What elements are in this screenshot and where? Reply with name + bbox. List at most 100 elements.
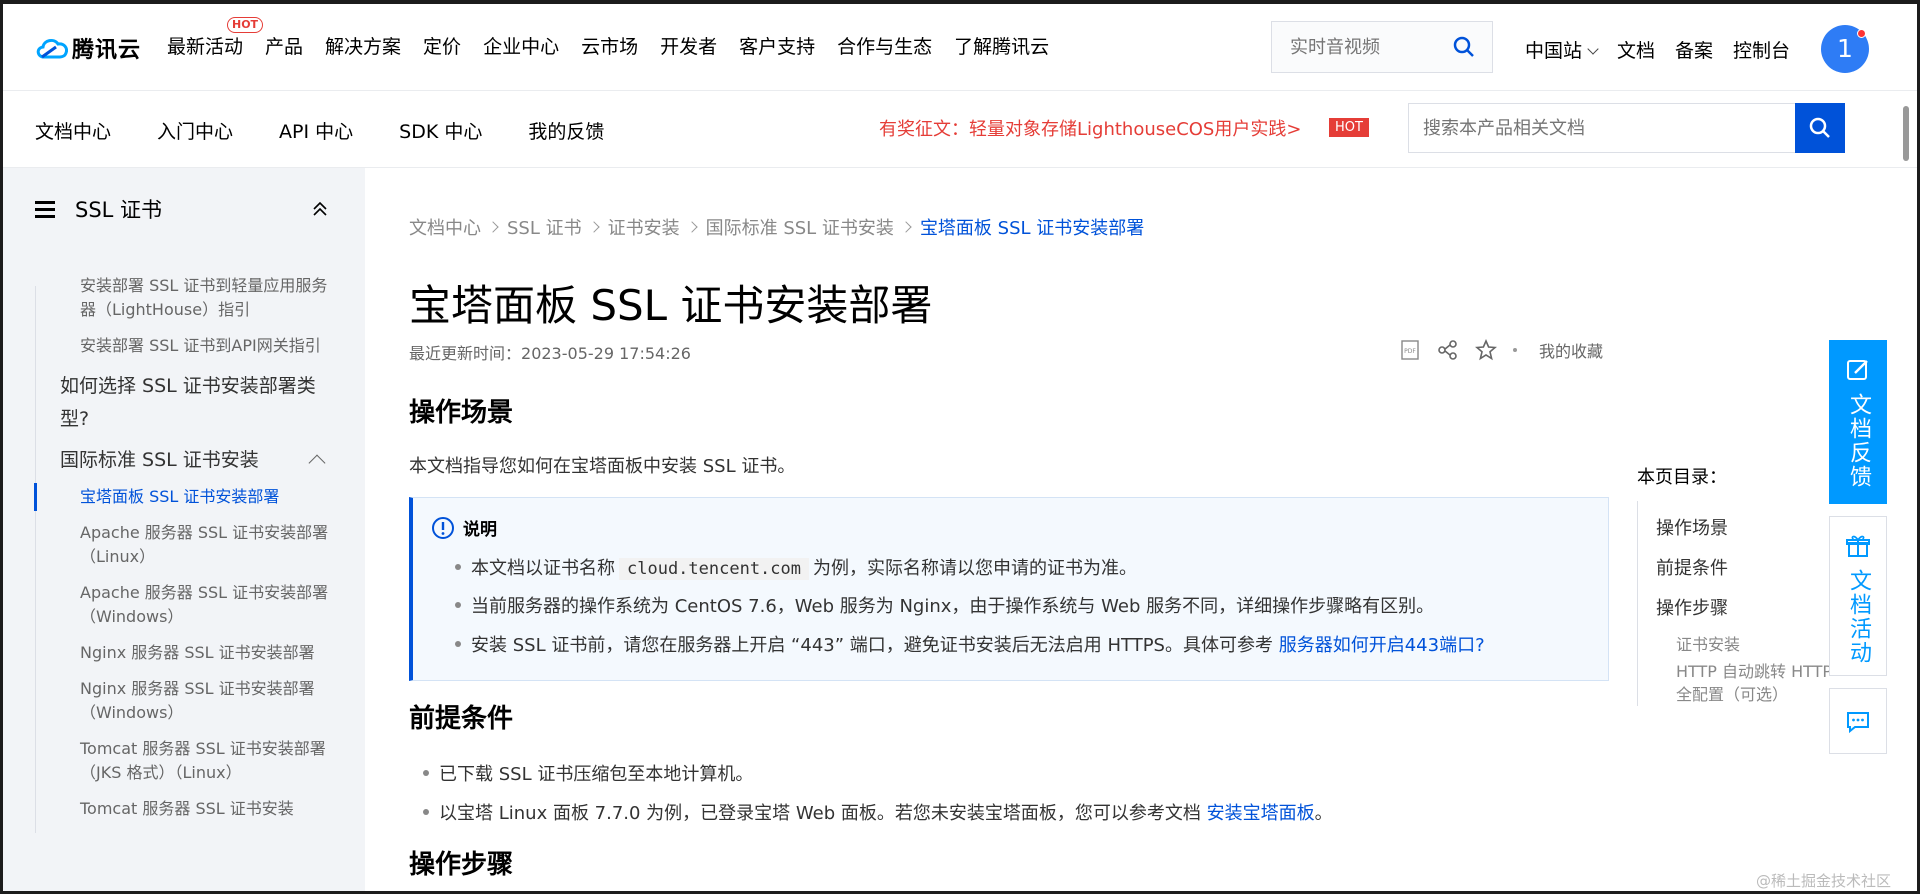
sidebar-item-apache-linux[interactable]: Apache 服务器 SSL 证书安装部署（Linux）: [36, 521, 335, 569]
product-doc-search: [1408, 103, 1845, 153]
brand-logo[interactable]: 腾讯云: [34, 33, 141, 63]
chevron-right-icon: [587, 221, 600, 233]
menu-developers[interactable]: 开发者: [660, 32, 717, 59]
chat-icon: [1847, 712, 1869, 734]
user-avatar[interactable]: 1: [1821, 25, 1869, 73]
sidebar-item-lighthouse[interactable]: 安装部署 SSL 证书到轻量应用服务器（LightHouse）指引: [36, 274, 335, 322]
toc-item-http-redirect[interactable]: HTTP 自动跳转 HTTP 全配置（可选）: [1656, 660, 1837, 706]
doc-activity-label: 文档活动: [1846, 569, 1871, 665]
menu-products[interactable]: 产品: [265, 32, 303, 59]
tab-my-feedback[interactable]: 我的反馈: [528, 117, 604, 144]
region-selector[interactable]: 中国站: [1525, 36, 1599, 63]
gift-icon: [1846, 535, 1870, 557]
doc-toolbar: PDF 我的收藏: [1399, 338, 1603, 362]
sidebar-item-apigw[interactable]: 安装部署 SSL 证书到API网关指引: [36, 334, 335, 358]
doc-sidebar: SSL 证书 安装部署 SSL 证书到轻量应用服务器（LightHouse）指引…: [3, 168, 365, 891]
top-navbar: 腾讯云 HOT 最新活动 产品 解决方案 定价 企业中心 云市场 开发者 客户支持…: [3, 4, 1917, 91]
chevron-right-icon: [685, 221, 698, 233]
menu-latest-events[interactable]: HOT 最新活动: [167, 17, 264, 59]
note-bullet-1: 本文档以证书名称 cloud.tencent.com 为例，实际名称请以您申请的证书…: [455, 554, 1137, 580]
note-title: 说明: [463, 520, 497, 540]
chevron-up-icon: [308, 454, 326, 472]
chevron-right-icon: [900, 221, 912, 233]
sidebar-item-intl-install[interactable]: 国际标准 SSL 证书安装: [36, 444, 335, 477]
pdf-icon[interactable]: PDF: [1399, 339, 1421, 361]
link-open-port-443[interactable]: 服务器如何开启443端口?: [1279, 635, 1485, 656]
sidebar-header[interactable]: SSL 证书: [35, 194, 162, 224]
scrollbar-thumb[interactable]: [1903, 106, 1909, 161]
page-title: 宝塔面板 SSL 证书安装部署: [409, 281, 933, 330]
sidebar-item-choose-type[interactable]: 如何选择 SSL 证书安装部署类型?: [36, 370, 335, 436]
sidebar-title: SSL 证书: [75, 198, 163, 222]
crumb-doc-center[interactable]: 文档中心: [409, 214, 481, 240]
sidebar-item-tomcat-jks[interactable]: Tomcat 服务器 SSL 证书安装部署（JKS 格式）（Linux）: [36, 737, 335, 785]
menu-icon: [35, 201, 55, 218]
doc-feedback-tab[interactable]: 文档反馈: [1829, 340, 1887, 504]
cloud-logo-icon: [36, 38, 68, 59]
my-favorites-link[interactable]: 我的收藏: [1539, 338, 1603, 362]
chat-tab[interactable]: [1829, 688, 1887, 754]
sidebar-item-baota[interactable]: 宝塔面板 SSL 证书安装部署: [34, 483, 335, 511]
top-right-links: 中国站 文档 备案 控制台: [1525, 36, 1810, 63]
product-search-button[interactable]: [1795, 103, 1845, 153]
menu-partners[interactable]: 合作与生态: [837, 32, 932, 59]
sidebar-item-nginx[interactable]: Nginx 服务器 SSL 证书安装部署: [36, 641, 335, 665]
svg-text:PDF: PDF: [1404, 348, 1416, 355]
search-icon[interactable]: [1452, 35, 1476, 59]
sidebar-item-tomcat[interactable]: Tomcat 服务器 SSL 证书安装: [36, 797, 335, 821]
global-search-input[interactable]: [1273, 23, 1441, 71]
prereq-bullet-2: 以宝塔 Linux 面板 7.7.0 为例，已登录宝塔 Web 面板。若您未安装…: [423, 799, 1333, 825]
sidebar-item-label: 国际标准 SSL 证书安装: [60, 449, 259, 471]
section-title-scenario: 操作场景: [409, 398, 514, 428]
sidebar-item-apache-windows[interactable]: Apache 服务器 SSL 证书安装部署（Windows）: [36, 581, 335, 629]
crumb-current: 宝塔面板 SSL 证书安装部署: [919, 218, 1145, 239]
tab-doc-center[interactable]: 文档中心: [35, 117, 111, 144]
crumb-intl-install[interactable]: 国际标准 SSL 证书安装: [706, 214, 894, 240]
doc-activity-tab[interactable]: 文档活动: [1829, 516, 1887, 676]
doc-subnav: 文档中心 入门中心 API 中心 SDK 中心 我的反馈 有奖征文：轻量对象存储…: [3, 91, 1917, 168]
link-install-baota[interactable]: 安装宝塔面板: [1207, 803, 1315, 824]
inline-code: cloud.tencent.com: [619, 558, 809, 580]
page-scrollbar[interactable]: [1901, 94, 1911, 891]
sidebar-item-nginx-windows[interactable]: Nginx 服务器 SSL 证书安装部署（Windows）: [36, 677, 335, 725]
menu-support[interactable]: 客户支持: [739, 32, 815, 59]
tab-getting-started[interactable]: 入门中心: [157, 117, 233, 144]
search-icon: [1809, 117, 1830, 138]
collapse-up-icon[interactable]: [311, 200, 329, 218]
toc-item-cert-install[interactable]: 证书安装: [1656, 633, 1837, 656]
notification-dot: [1857, 29, 1866, 38]
product-search-input[interactable]: [1409, 104, 1795, 152]
tab-api-center[interactable]: API 中心: [279, 117, 353, 144]
separator-dot: [1513, 348, 1517, 352]
toc-item-prerequisites[interactable]: 前提条件: [1656, 549, 1837, 589]
link-filing[interactable]: 备案: [1675, 36, 1713, 63]
scenario-text: 本文档指导您如何在宝塔面板中安装 SSL 证书。: [409, 456, 796, 477]
menu-marketplace[interactable]: 云市场: [581, 32, 638, 59]
promo-link[interactable]: 有奖征文：轻量对象存储LighthouseCOS用户实践>: [879, 115, 1301, 141]
chevron-down-icon: [1587, 43, 1599, 55]
breadcrumb: 文档中心 SSL 证书 证书安装 国际标准 SSL 证书安装 宝塔面板 SSL …: [409, 214, 1144, 240]
crumb-ssl[interactable]: SSL 证书: [507, 214, 582, 240]
toc-list: 操作场景 前提条件 操作步骤 证书安装 HTTP 自动跳转 HTTP 全配置（可选…: [1637, 501, 1837, 706]
menu-pricing[interactable]: 定价: [423, 32, 461, 59]
note-box: 说明 本文档以证书名称 cloud.tencent.com 为例，实际名称请以您申请…: [409, 497, 1609, 681]
tab-sdk-center[interactable]: SDK 中心: [399, 117, 482, 144]
toc-item-scenario[interactable]: 操作场景: [1656, 509, 1837, 549]
global-search: [1271, 21, 1493, 73]
menu-enterprise[interactable]: 企业中心: [483, 32, 559, 59]
section-title-steps: 操作步骤: [409, 850, 514, 880]
menu-about[interactable]: 了解腾讯云: [954, 32, 1049, 59]
watermark: @稀土掘金技术社区: [1756, 872, 1892, 890]
toc-title: 本页目录：: [1637, 467, 1727, 488]
sidebar-tree: 安装部署 SSL 证书到轻量应用服务器（LightHouse）指引 安装部署 S…: [34, 276, 335, 833]
toc-item-steps[interactable]: 操作步骤: [1656, 589, 1837, 629]
info-icon: [432, 516, 454, 539]
link-docs[interactable]: 文档: [1617, 36, 1655, 63]
crumb-cert-install[interactable]: 证书安装: [608, 214, 680, 240]
prereq-bullet-1: 已下载 SSL 证书压缩包至本地计算机。: [422, 760, 753, 786]
star-icon[interactable]: [1475, 339, 1497, 361]
promo-hot-badge: HOT: [1329, 118, 1369, 137]
menu-solutions[interactable]: 解决方案: [325, 32, 401, 59]
share-icon[interactable]: [1437, 339, 1459, 361]
link-console[interactable]: 控制台: [1733, 36, 1790, 63]
